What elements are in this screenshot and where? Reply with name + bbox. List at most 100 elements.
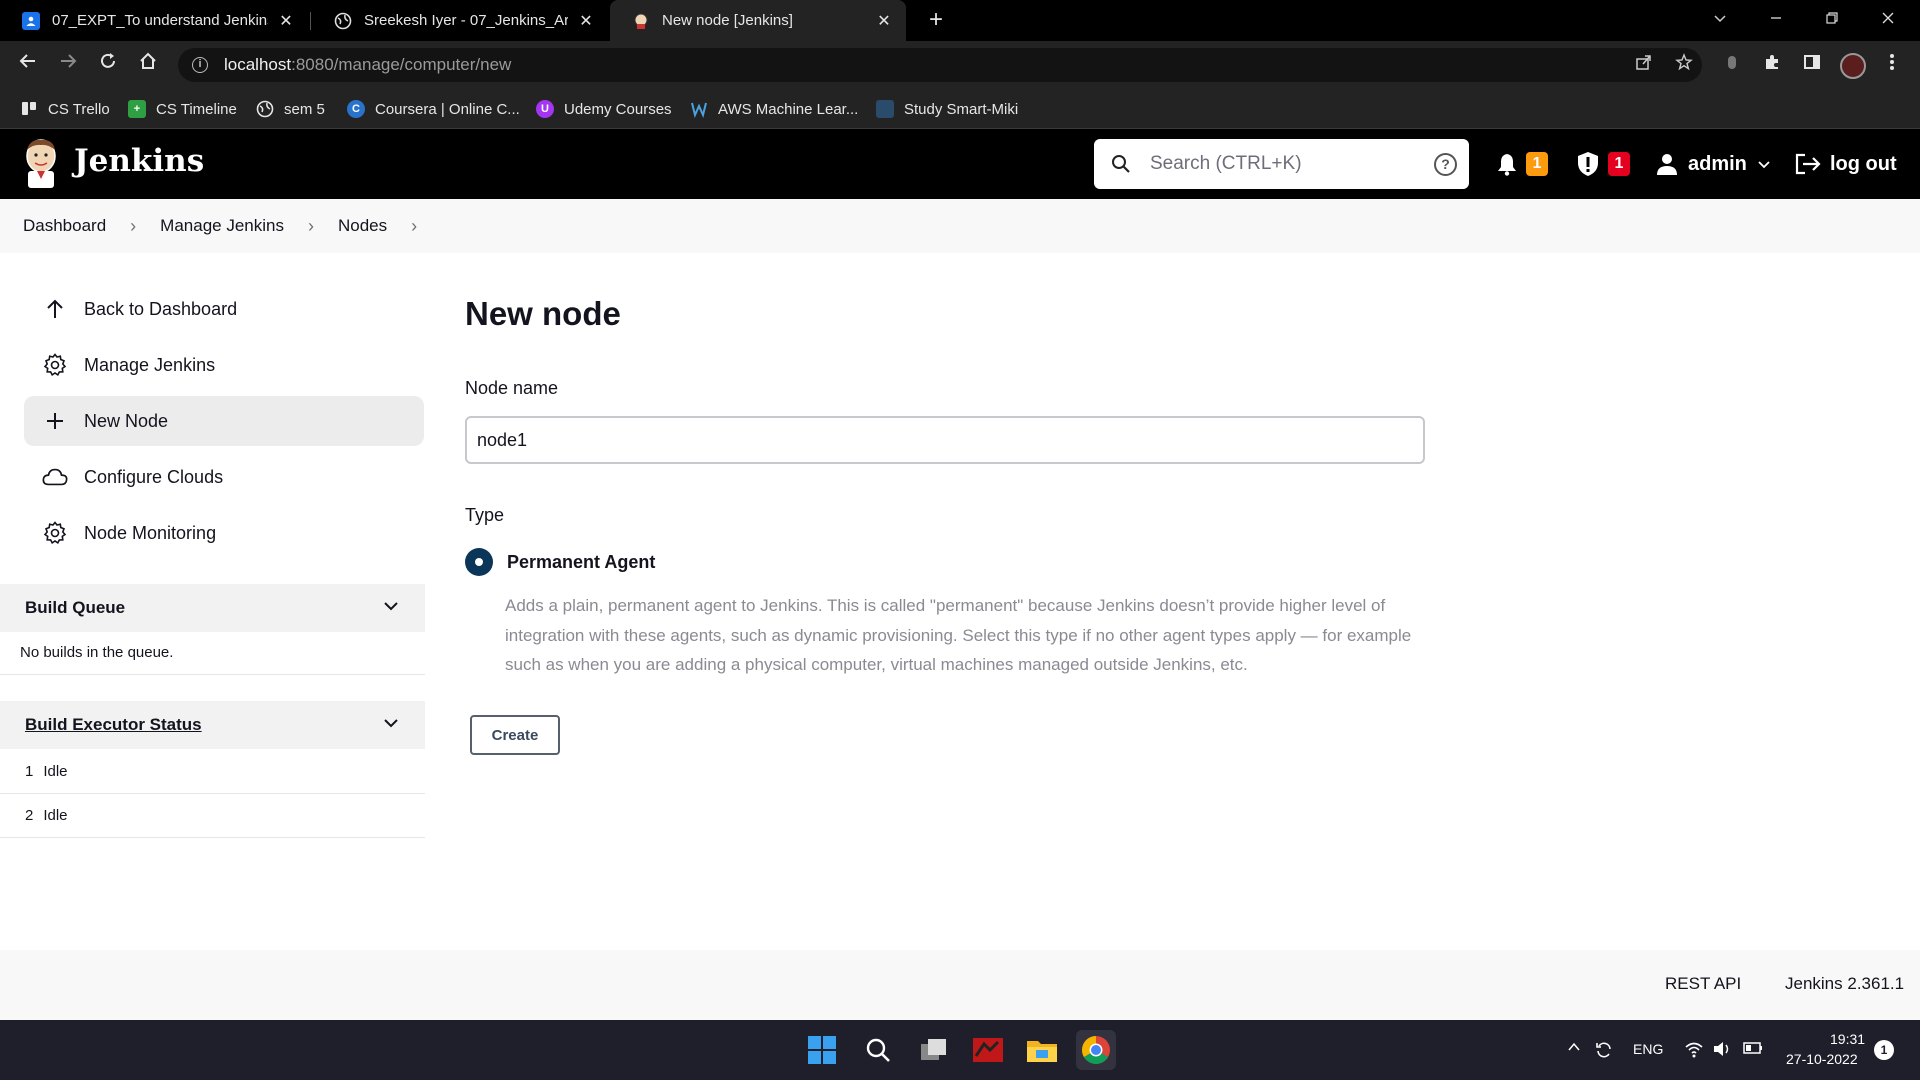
security-button[interactable]: 1 <box>1576 129 1630 199</box>
chevron-up-icon[interactable] <box>1564 1040 1584 1060</box>
logout-label: log out <box>1830 152 1897 175</box>
executor-status: Idle <box>43 807 68 824</box>
sidebar-item-back-to-dashboard[interactable]: Back to Dashboard <box>24 284 424 334</box>
tab-search-chevron-icon[interactable] <box>1692 0 1748 41</box>
side-panel-icon[interactable] <box>1798 51 1826 79</box>
user-menu[interactable]: admin <box>1656 129 1771 199</box>
chevron-right-icon[interactable]: › <box>308 216 314 237</box>
bookmark-sem-5[interactable]: sem 5 <box>256 89 325 129</box>
sync-icon[interactable] <box>1594 1040 1614 1060</box>
chevron-right-icon[interactable]: › <box>411 216 417 237</box>
restore-icon[interactable] <box>1804 0 1860 41</box>
breadcrumb-nodes[interactable]: Nodes <box>338 216 387 236</box>
chevron-down-icon[interactable] <box>1757 157 1771 171</box>
new-tab-button[interactable]: + <box>922 6 950 34</box>
chrome-icon[interactable] <box>1076 1030 1116 1070</box>
battery-icon[interactable] <box>1742 1040 1762 1060</box>
back-arrow-icon[interactable] <box>14 51 42 79</box>
sidebar-item-configure-clouds[interactable]: Configure Clouds <box>24 452 424 502</box>
extension-icon[interactable] <box>1718 51 1746 79</box>
bookmark-coursera[interactable]: C Coursera | Online C... <box>347 89 520 129</box>
build-executor-header[interactable]: Build Executor Status <box>0 701 425 749</box>
bookmark-star-icon[interactable] <box>1670 48 1698 82</box>
profile-avatar[interactable] <box>1840 53 1866 79</box>
notifications-badge: 1 <box>1526 152 1548 176</box>
search-input[interactable]: Search (CTRL+K) <box>1150 153 1434 175</box>
logout-button[interactable]: log out <box>1794 129 1897 199</box>
puzzle-extensions-icon[interactable] <box>1758 51 1786 79</box>
file-explorer-icon[interactable] <box>1022 1030 1062 1070</box>
bookmark-udemy[interactable]: U Udemy Courses <box>536 89 672 129</box>
help-icon[interactable]: ? <box>1434 152 1457 176</box>
close-icon[interactable]: ✕ <box>576 11 596 31</box>
close-icon[interactable]: ✕ <box>276 11 296 31</box>
permanent-agent-description: Adds a plain, permanent agent to Jenkins… <box>505 596 1412 674</box>
notification-center-icon[interactable]: 1 <box>1874 1040 1894 1060</box>
permanent-agent-option[interactable]: Permanent Agent <box>465 548 655 576</box>
bookmark-cs-timeline[interactable]: + CS Timeline <box>128 89 237 129</box>
bookmark-label: CS Trello <box>48 100 110 118</box>
create-button[interactable]: Create <box>470 715 560 755</box>
search-icon[interactable] <box>858 1030 898 1070</box>
chevron-down-icon[interactable] <box>383 715 399 731</box>
notifications-button[interactable]: 1 <box>1496 129 1548 199</box>
browser-tab-3-active[interactable]: New node [Jenkins] ✕ <box>610 0 906 41</box>
windows-start-icon[interactable] <box>802 1030 842 1070</box>
browser-tab-strip: 07_EXPT_To understand Jenkins M ✕ Sreeke… <box>0 0 1920 41</box>
window-close-icon[interactable] <box>1860 0 1916 41</box>
jenkins-version-link[interactable]: Jenkins 2.361.1 <box>1785 974 1904 994</box>
home-icon[interactable] <box>134 51 162 79</box>
executor-status: Idle <box>43 763 68 780</box>
breadcrumb-dashboard[interactable]: Dashboard <box>23 216 106 236</box>
browser-tab-1[interactable]: 07_EXPT_To understand Jenkins M ✕ <box>0 0 308 41</box>
executor-row: 2 Idle <box>0 794 425 838</box>
globe-icon <box>334 12 352 30</box>
build-queue-header[interactable]: Build Queue <box>0 584 425 632</box>
permanent-agent-label[interactable]: Permanent Agent <box>507 552 655 573</box>
rest-api-link[interactable]: REST API <box>1665 974 1741 994</box>
radio-dot <box>475 558 483 566</box>
search-box[interactable]: Search (CTRL+K) ? <box>1094 139 1469 189</box>
build-executor-title[interactable]: Build Executor Status <box>25 715 202 735</box>
bookmark-label: Coursera | Online C... <box>375 100 520 118</box>
language-indicator[interactable]: ENG <box>1633 1041 1663 1057</box>
address-bar[interactable]: i localhost :8080/manage/computer/new <box>178 48 1702 82</box>
breadcrumb-manage-jenkins[interactable]: Manage Jenkins <box>160 216 284 236</box>
bookmark-label: AWS Machine Lear... <box>718 100 859 118</box>
minimize-icon[interactable] <box>1748 0 1804 41</box>
clock-time[interactable]: 19:31 <box>1830 1031 1865 1047</box>
radio-selected-icon[interactable] <box>465 548 493 576</box>
page-footer: REST API Jenkins 2.361.1 <box>0 950 1920 1020</box>
chevron-down-icon[interactable] <box>383 598 399 614</box>
bookmark-study-smart[interactable]: Study Smart-Miki <box>876 89 1018 129</box>
close-icon[interactable]: ✕ <box>874 11 894 31</box>
breadcrumb: Dashboard › Manage Jenkins › Nodes › <box>0 199 1920 253</box>
clock-date[interactable]: 27-10-2022 <box>1786 1051 1858 1067</box>
sidebar-item-manage-jenkins[interactable]: Manage Jenkins <box>24 340 424 390</box>
forward-arrow-icon[interactable] <box>54 51 82 79</box>
bookmark-cs-trello[interactable]: CS Trello <box>20 89 110 129</box>
volume-icon[interactable] <box>1712 1040 1732 1060</box>
jenkins-logo-icon[interactable] <box>20 138 62 190</box>
browser-tab-2[interactable]: Sreekesh Iyer - 07_Jenkins_Archit ✕ <box>312 0 608 41</box>
sidebar-item-node-monitoring[interactable]: Node Monitoring <box>24 508 424 558</box>
share-icon[interactable] <box>1630 48 1658 82</box>
task-view-icon[interactable] <box>914 1030 954 1070</box>
bookmark-label: CS Timeline <box>156 100 237 118</box>
chevron-right-icon[interactable]: › <box>130 216 136 237</box>
reload-icon[interactable] <box>94 51 122 79</box>
bookmarks-bar: CS Trello + CS Timeline sem 5 C Coursera… <box>0 89 1920 129</box>
bookmark-label: sem 5 <box>284 100 325 118</box>
plus-square-icon: + <box>128 100 146 118</box>
jenkins-favicon-icon <box>632 12 650 30</box>
site-info-icon[interactable]: i <box>192 57 208 73</box>
game-app-icon[interactable] <box>968 1030 1008 1070</box>
jenkins-brand[interactable]: Jenkins <box>74 143 204 179</box>
kebab-menu-icon[interactable] <box>1878 51 1906 79</box>
sidebar-item-new-node[interactable]: New Node <box>24 396 424 446</box>
wifi-icon[interactable] <box>1684 1040 1704 1060</box>
node-name-input[interactable] <box>465 416 1425 464</box>
tab-title: Sreekesh Iyer - 07_Jenkins_Archit <box>364 12 568 29</box>
sidebar-item-label: Node Monitoring <box>84 522 217 543</box>
bookmark-aws[interactable]: AWS Machine Lear... <box>690 89 858 129</box>
